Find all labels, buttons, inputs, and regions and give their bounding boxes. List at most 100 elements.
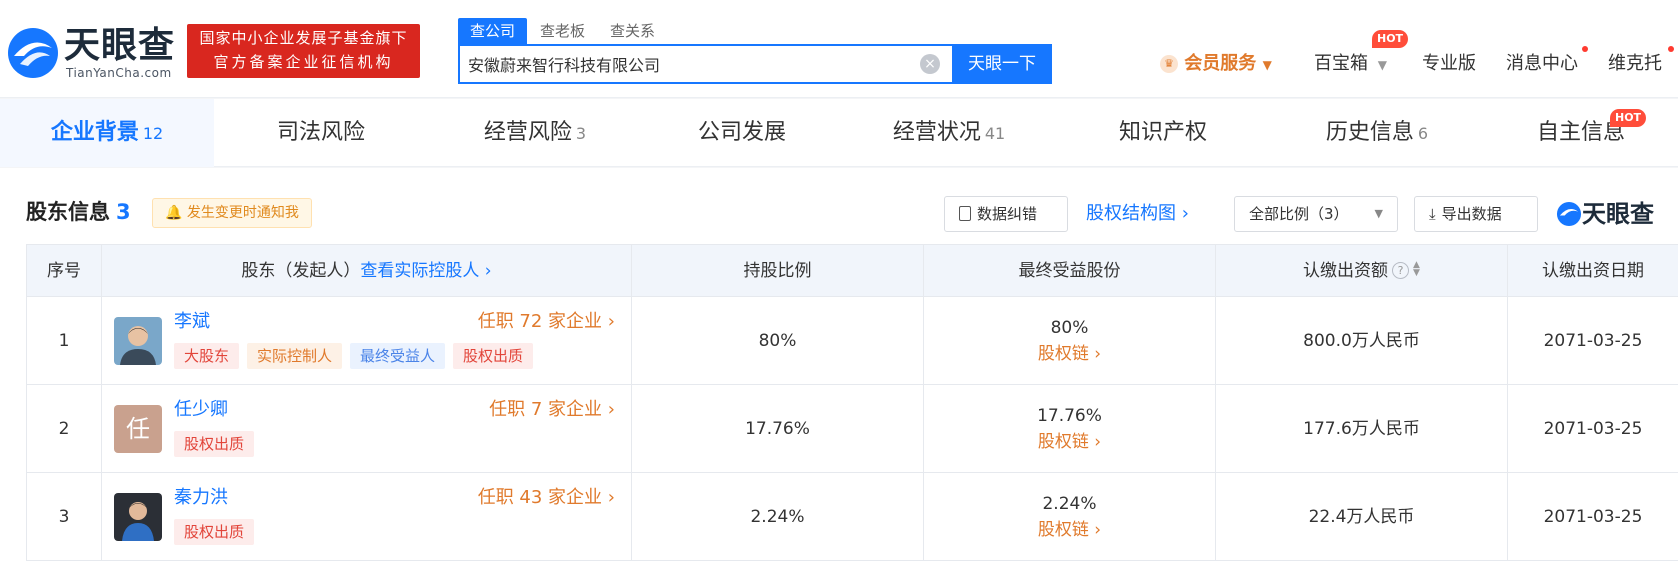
equity-chain-label: 股权链 bbox=[1037, 344, 1089, 364]
baibaoxiang-label: 百宝箱 bbox=[1314, 53, 1368, 74]
equity-chain-link[interactable]: 股权链 › bbox=[924, 429, 1215, 455]
pro-version-link[interactable]: 专业版 bbox=[1422, 50, 1476, 78]
beneficial-cell: 17.76% 股权链 › bbox=[924, 385, 1216, 473]
tab-operating-risk[interactable]: 经营风险 3 bbox=[428, 99, 642, 167]
section-title: 股东信息 3 bbox=[26, 198, 131, 226]
shareholder-name[interactable]: 任少卿 bbox=[174, 397, 228, 423]
ratio-cell: 2.24% bbox=[632, 473, 924, 561]
date-cell: 2071-03-25 bbox=[1508, 473, 1678, 561]
chevron-right-icon: › bbox=[607, 311, 615, 332]
tag-equity-pledge: 股权出质 bbox=[174, 431, 255, 457]
table-header: 序号 股东（发起人）查看实际控股人 › 持股比例 最终受益股份 认缴出资额? ▲ ▼… bbox=[27, 245, 1678, 297]
category-tabs: 企业背景 12 司法风险 经营风险 3 公司发展 经营状况 41 知识产权 历史信息 6… bbox=[0, 99, 1678, 167]
ratio-filter-select[interactable]: 全部比例（3） ▼ bbox=[1234, 196, 1398, 232]
tab-label: 经营风险 bbox=[483, 120, 572, 145]
equity-chain-label: 股权链 bbox=[1037, 520, 1089, 540]
col-subscribed: 认缴出资额? ▲ ▼ bbox=[1216, 245, 1508, 297]
tab-company-development[interactable]: 公司发展 bbox=[642, 99, 842, 167]
user-dot bbox=[1668, 46, 1674, 52]
search-tab-relation[interactable]: 查关系 bbox=[598, 18, 667, 44]
tag-list: 大股东 实际控制人 最终受益人 股权出质 bbox=[174, 343, 541, 369]
equity-chain-label: 股权链 bbox=[1037, 432, 1089, 452]
search-box: × bbox=[458, 44, 952, 84]
section-count: 3 bbox=[116, 200, 131, 224]
export-data-button[interactable]: ⤓ 导出数据 bbox=[1414, 196, 1538, 232]
jobs-link[interactable]: 任职 72 家企业 › bbox=[478, 309, 615, 335]
top-nav: ♛ 会员服务 ▼ 百宝箱 ▼ HOT 专业版 消息中心 维克托 bbox=[1160, 30, 1678, 79]
chevron-right-icon: › bbox=[1094, 520, 1102, 540]
equity-chain-link[interactable]: 股权链 › bbox=[924, 517, 1215, 543]
equity-structure-link[interactable]: 股权结构图 › bbox=[1086, 196, 1189, 232]
vip-service-label: 会员服务 bbox=[1184, 53, 1257, 74]
search-tab-boss[interactable]: 查老板 bbox=[528, 18, 597, 44]
beneficial-cell: 2.24% 股权链 › bbox=[924, 473, 1216, 561]
search-input[interactable] bbox=[468, 46, 908, 82]
chevron-right-icon: › bbox=[607, 487, 615, 508]
ratio-filter-label: 全部比例（3） bbox=[1249, 205, 1349, 223]
subscribed-cell: 177.6万人民币 bbox=[1216, 385, 1508, 473]
shareholder-name[interactable]: 李斌 bbox=[174, 309, 210, 335]
shareholder-table: 序号 股东（发起人）查看实际控股人 › 持股比例 最终受益股份 认缴出资额? ▲ ▼… bbox=[26, 244, 1678, 561]
avatar-initial: 任 bbox=[126, 415, 150, 443]
beneficial-value: 80% bbox=[1050, 318, 1089, 338]
avatar[interactable] bbox=[114, 317, 162, 365]
tab-history[interactable]: 历史信息 6 bbox=[1270, 99, 1484, 167]
user-menu[interactable]: 维克托 bbox=[1608, 50, 1662, 78]
change-notify-button[interactable]: 🔔 发生变更时通知我 bbox=[152, 198, 312, 228]
sort-icon[interactable]: ▲ ▼ bbox=[1413, 261, 1420, 278]
tianyancha-logo[interactable]: 天眼查 TianYanCha.com bbox=[6, 26, 176, 80]
col-date: 认缴出资日期 bbox=[1508, 245, 1678, 297]
shareholder-cell: 李斌 任职 72 家企业 › 大股东 实际控制人 最终受益人 股权出质 bbox=[102, 297, 632, 385]
crown-icon: ♛ bbox=[1160, 55, 1178, 73]
jobs-link[interactable]: 任职 7 家企业 › bbox=[489, 397, 615, 423]
tab-label: 司法风险 bbox=[276, 120, 365, 145]
tag-equity-pledge: 股权出质 bbox=[174, 519, 255, 545]
baibaoxiang-menu[interactable]: 百宝箱 ▼ bbox=[1314, 50, 1387, 79]
tab-count: 12 bbox=[142, 124, 164, 143]
tab-self-info[interactable]: 自主信息 bbox=[1484, 99, 1678, 167]
notify-label: 发生变更时通知我 bbox=[186, 205, 299, 221]
table-row: 2 任 任少卿 任职 7 家企业 › 股权出质 17.76% 17.76% 股权… bbox=[27, 385, 1678, 473]
search-button[interactable]: 天眼一下 bbox=[952, 44, 1052, 84]
vip-service-menu[interactable]: ♛ 会员服务 ▼ bbox=[1160, 50, 1272, 79]
jobs-label: 任职 72 家企业 bbox=[477, 311, 603, 332]
message-center-link[interactable]: 消息中心 bbox=[1506, 50, 1578, 78]
avatar[interactable] bbox=[114, 493, 162, 541]
view-controller-label: 查看实际控股人 bbox=[360, 261, 480, 281]
avatar[interactable]: 任 bbox=[114, 405, 162, 453]
jobs-label: 任职 43 家企业 bbox=[477, 487, 603, 508]
tianyancha-eye-icon bbox=[1556, 201, 1582, 227]
shareholder-name[interactable]: 秦力洪 bbox=[174, 485, 228, 511]
jobs-link[interactable]: 任职 43 家企业 › bbox=[478, 485, 615, 511]
section-title-text: 股东信息 bbox=[26, 200, 110, 224]
tab-intellectual-property[interactable]: 知识产权 bbox=[1056, 99, 1270, 167]
tianyancha-eye-icon bbox=[8, 28, 58, 78]
row-index: 3 bbox=[27, 473, 102, 561]
clear-icon[interactable]: × bbox=[920, 54, 940, 74]
tab-company-background[interactable]: 企业背景 12 bbox=[0, 99, 214, 167]
table-row: 3 秦力洪 任职 43 家企业 › 股权出质 2.24% 2.24% 股权链 ›… bbox=[27, 473, 1678, 561]
person-photo-icon bbox=[114, 317, 162, 365]
document-icon bbox=[959, 206, 971, 221]
subscribed-cell: 22.4万人民币 bbox=[1216, 473, 1508, 561]
tab-judicial-risk[interactable]: 司法风险 bbox=[214, 99, 428, 167]
date-cell: 2071-03-25 bbox=[1508, 385, 1678, 473]
row-index: 1 bbox=[27, 297, 102, 385]
data-correct-button[interactable]: 数据纠错 bbox=[944, 196, 1068, 232]
equity-chain-link[interactable]: 股权链 › bbox=[924, 341, 1215, 367]
jobs-label: 任职 7 家企业 bbox=[489, 399, 603, 420]
watermark-text: 天眼查 bbox=[1582, 200, 1654, 228]
badge-line2: 官方备案企业征信机构 bbox=[213, 53, 394, 71]
top-header: 天眼查 TianYanCha.com 国家中小企业发展子基金旗下 官方备案企业征… bbox=[0, 0, 1678, 98]
badge-line1: 国家中小企业发展子基金旗下 bbox=[199, 29, 408, 47]
search-tab-company[interactable]: 查公司 bbox=[458, 18, 528, 44]
tab-label: 企业背景 bbox=[50, 120, 139, 145]
view-controller-link[interactable]: 查看实际控股人 › bbox=[360, 261, 491, 281]
col-ratio: 持股比例 bbox=[632, 245, 924, 297]
chevron-right-icon: › bbox=[1094, 344, 1102, 364]
tab-operating-status[interactable]: 经营状况 41 bbox=[842, 99, 1056, 167]
caret-down-icon: ▼ bbox=[1374, 207, 1383, 220]
tag-major-shareholder: 大股东 bbox=[174, 343, 240, 369]
help-icon[interactable]: ? bbox=[1392, 262, 1410, 279]
shareholder-cell: 任 任少卿 任职 7 家企业 › 股权出质 bbox=[102, 385, 632, 473]
